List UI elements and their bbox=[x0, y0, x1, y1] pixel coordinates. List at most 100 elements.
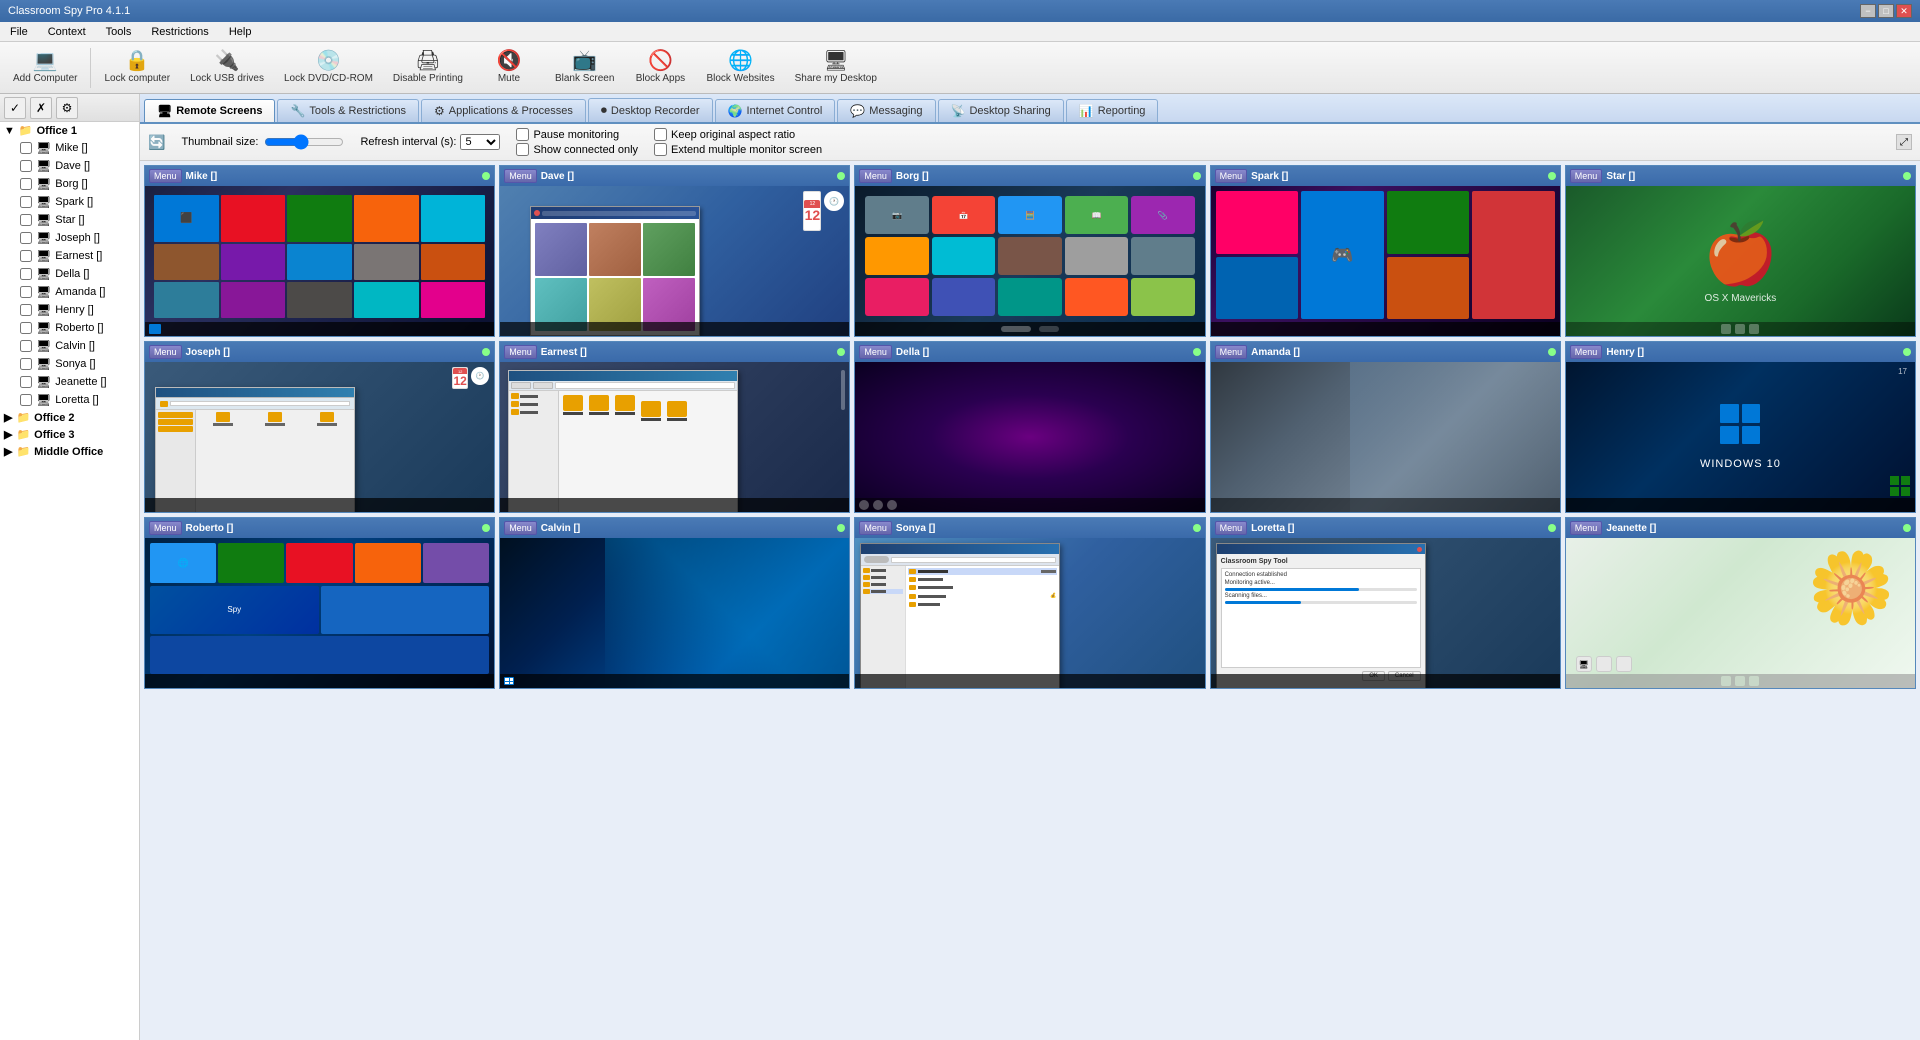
screen-henry[interactable]: Menu Henry [] WINDOWS 10 bbox=[1565, 341, 1916, 513]
sidebar-item-roberto[interactable]: 🖥 Roberto [] bbox=[16, 319, 139, 337]
menu-restrictions[interactable]: Restrictions bbox=[145, 24, 214, 40]
star-menu-button[interactable]: Menu bbox=[1570, 169, 1603, 183]
extend-monitor-checkbox[interactable] bbox=[654, 143, 667, 156]
screen-star[interactable]: Menu Star [] 🍎 OS X Mavericks bbox=[1565, 165, 1916, 337]
roberto-checkbox[interactable] bbox=[20, 322, 32, 334]
sidebar-item-star[interactable]: 🖥 Star [] bbox=[16, 211, 139, 229]
roberto-menu-button[interactable]: Menu bbox=[149, 521, 182, 535]
sidebar-item-mike[interactable]: 🖥 Mike [] bbox=[16, 139, 139, 157]
expand-button[interactable]: ⤢ bbox=[1896, 134, 1912, 150]
screen-joseph[interactable]: Menu Joseph [] 🕐 12 12 bbox=[144, 341, 495, 513]
screen-dave[interactable]: Menu Dave [] 🕐 bbox=[499, 165, 850, 337]
tab-remote-screens[interactable]: 🖥 Remote Screens bbox=[144, 99, 275, 122]
block-apps-button[interactable]: 🚫 Block Apps bbox=[625, 45, 695, 91]
earnest-menu-button[interactable]: Menu bbox=[504, 345, 537, 359]
screen-sonya[interactable]: Menu Sonya [] bbox=[854, 517, 1205, 689]
menu-tools[interactable]: Tools bbox=[100, 24, 138, 40]
disable-printing-button[interactable]: 🖨 Disable Printing bbox=[384, 45, 472, 91]
sidebar-item-loretta[interactable]: 🖥 Loretta [] bbox=[16, 391, 139, 409]
spark-menu-button[interactable]: Menu bbox=[1215, 169, 1248, 183]
screen-roberto[interactable]: Menu Roberto [] 🌐 bbox=[144, 517, 495, 689]
loretta-checkbox[interactable] bbox=[20, 394, 32, 406]
screen-loretta[interactable]: Menu Loretta [] Classroom Spy Tool bbox=[1210, 517, 1561, 689]
tab-tools-restrictions[interactable]: 🔧 Tools & Restrictions bbox=[277, 99, 419, 122]
sidebar-item-joseph[interactable]: 🖥 Joseph [] bbox=[16, 229, 139, 247]
sidebar-item-earnest[interactable]: 🖥 Earnest [] bbox=[16, 247, 139, 265]
sidebar-settings[interactable]: ⚙ bbox=[56, 97, 78, 119]
sidebar-item-jeanette[interactable]: 🖥 Jeanette [] bbox=[16, 373, 139, 391]
tab-desktop-sharing[interactable]: 📡 Desktop Sharing bbox=[938, 99, 1064, 122]
earnest-checkbox[interactable] bbox=[20, 250, 32, 262]
screen-della[interactable]: Menu Della [] bbox=[854, 341, 1205, 513]
spark-checkbox[interactable] bbox=[20, 196, 32, 208]
joseph-menu-button[interactable]: Menu bbox=[149, 345, 182, 359]
sonya-menu-button[interactable]: Menu bbox=[859, 521, 892, 535]
calvin-checkbox[interactable] bbox=[20, 340, 32, 352]
tab-messaging[interactable]: 💬 Messaging bbox=[837, 99, 935, 122]
lock-computer-button[interactable]: 🔒 Lock computer bbox=[95, 45, 179, 91]
screen-borg[interactable]: Menu Borg [] 📷 📅 🧮 📖 📎 bbox=[854, 165, 1205, 337]
close-button[interactable]: ✕ bbox=[1896, 4, 1912, 18]
show-connected-checkbox[interactable] bbox=[516, 143, 529, 156]
share-desktop-button[interactable]: 🖥 Share my Desktop bbox=[786, 45, 886, 91]
middle-office-group[interactable]: ▶ 📁 Middle Office bbox=[0, 443, 139, 460]
screen-mike[interactable]: Menu Mike [] ⬛ bbox=[144, 165, 495, 337]
refresh-interval-select[interactable]: 5 10 15 30 bbox=[460, 134, 500, 150]
lock-dvd-button[interactable]: 💿 Lock DVD/CD-ROM bbox=[275, 45, 382, 91]
sidebar-check-all[interactable]: ✓ bbox=[4, 97, 26, 119]
maximize-button[interactable]: □ bbox=[1878, 4, 1894, 18]
mike-checkbox[interactable] bbox=[20, 142, 32, 154]
screen-calvin[interactable]: Menu Calvin [] bbox=[499, 517, 850, 689]
amanda-menu-button[interactable]: Menu bbox=[1215, 345, 1248, 359]
menu-help[interactable]: Help bbox=[223, 24, 258, 40]
tab-desktop-recorder[interactable]: ⏺ Desktop Recorder bbox=[588, 98, 713, 122]
screen-jeanette[interactable]: Menu Jeanette [] 🌼 🖥 bbox=[1565, 517, 1916, 689]
sidebar-item-calvin[interactable]: 🖥 Calvin [] bbox=[16, 337, 139, 355]
dave-checkbox[interactable] bbox=[20, 160, 32, 172]
lock-usb-button[interactable]: 🔌 Lock USB drives bbox=[181, 45, 273, 91]
office3-group[interactable]: ▶ 📁 Office 3 bbox=[0, 426, 139, 443]
sidebar-item-borg[interactable]: 🖥 Borg [] bbox=[16, 175, 139, 193]
sidebar-item-della[interactable]: 🖥 Della [] bbox=[16, 265, 139, 283]
menu-context[interactable]: Context bbox=[42, 24, 92, 40]
henry-menu-button[interactable]: Menu bbox=[1570, 345, 1603, 359]
screen-spark[interactable]: Menu Spark [] 🎮 bbox=[1210, 165, 1561, 337]
calvin-menu-button[interactable]: Menu bbox=[504, 521, 537, 535]
sidebar-item-henry[interactable]: 🖥 Henry [] bbox=[16, 301, 139, 319]
jeanette-menu-button[interactable]: Menu bbox=[1570, 521, 1603, 535]
screen-amanda[interactable]: Menu Amanda [] bbox=[1210, 341, 1561, 513]
sidebar-item-sonya[interactable]: 🖥 Sonya [] bbox=[16, 355, 139, 373]
tab-reporting[interactable]: 📊 Reporting bbox=[1066, 99, 1159, 122]
sidebar-item-dave[interactable]: 🖥 Dave [] bbox=[16, 157, 139, 175]
jeanette-checkbox[interactable] bbox=[20, 376, 32, 388]
mute-button[interactable]: 🔇 Mute bbox=[474, 45, 544, 91]
thumbnail-size-slider[interactable] bbox=[264, 134, 344, 150]
dave-menu-button[interactable]: Menu bbox=[504, 169, 537, 183]
joseph-checkbox[interactable] bbox=[20, 232, 32, 244]
sidebar-item-amanda[interactable]: 🖥 Amanda [] bbox=[16, 283, 139, 301]
office1-group[interactable]: ▼ 📁 Office 1 bbox=[0, 122, 139, 139]
sidebar-item-spark[interactable]: 🖥 Spark [] bbox=[16, 193, 139, 211]
blank-screen-button[interactable]: 📺 Blank Screen bbox=[546, 45, 623, 91]
star-checkbox[interactable] bbox=[20, 214, 32, 226]
block-websites-button[interactable]: 🌐 Block Websites bbox=[697, 45, 783, 91]
add-computer-button[interactable]: 💻 Add Computer bbox=[4, 45, 86, 91]
henry-checkbox[interactable] bbox=[20, 304, 32, 316]
menu-file[interactable]: File bbox=[4, 24, 34, 40]
borg-menu-button[interactable]: Menu bbox=[859, 169, 892, 183]
mike-menu-button[interactable]: Menu bbox=[149, 169, 182, 183]
keep-aspect-checkbox[interactable] bbox=[654, 128, 667, 141]
tab-applications[interactable]: ⚙ Applications & Processes bbox=[421, 99, 586, 122]
della-checkbox[interactable] bbox=[20, 268, 32, 280]
sidebar-uncheck-all[interactable]: ✗ bbox=[30, 97, 52, 119]
amanda-checkbox[interactable] bbox=[20, 286, 32, 298]
borg-checkbox[interactable] bbox=[20, 178, 32, 190]
minimize-button[interactable]: − bbox=[1860, 4, 1876, 18]
pause-monitoring-checkbox[interactable] bbox=[516, 128, 529, 141]
sonya-checkbox[interactable] bbox=[20, 358, 32, 370]
office2-group[interactable]: ▶ 📁 Office 2 bbox=[0, 409, 139, 426]
tab-internet-control[interactable]: 🌍 Internet Control bbox=[715, 99, 836, 122]
screen-earnest[interactable]: Menu Earnest [] bbox=[499, 341, 850, 513]
loretta-menu-button[interactable]: Menu bbox=[1215, 521, 1248, 535]
della-menu-button[interactable]: Menu bbox=[859, 345, 892, 359]
